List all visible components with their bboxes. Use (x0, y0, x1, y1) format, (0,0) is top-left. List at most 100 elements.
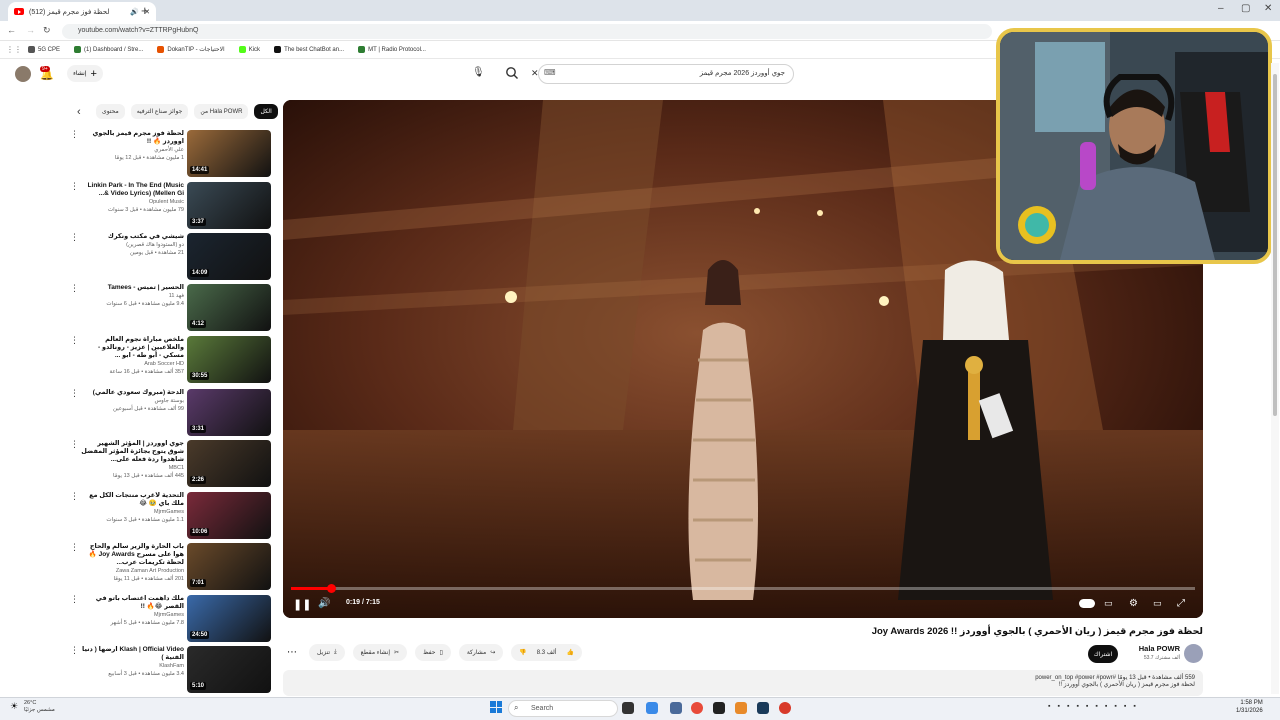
bookmark-kick[interactable]: Kick (238, 46, 260, 53)
more-options-icon[interactable]: ⋮ (70, 440, 79, 449)
clip-button[interactable]: إنشاء مقطع ✂ (352, 644, 408, 661)
weather-icon[interactable]: ☀ (10, 701, 18, 712)
chip-joy-awards[interactable]: جوائز صناع الترفيه (130, 104, 189, 119)
fullscreen-icon[interactable]: ⤢ (1177, 598, 1185, 609)
recommendation-thumbnail[interactable]: 10:06 (187, 492, 271, 539)
forward-arrow-icon[interactable]: → (26, 25, 35, 35)
apps-grid-icon[interactable]: ⋮⋮ (6, 45, 22, 54)
recommendation-channel[interactable]: MBC1 (80, 464, 184, 472)
more-actions-icon[interactable]: ⋯ (283, 647, 301, 658)
dislike-icon[interactable]: 👎 (519, 649, 526, 656)
recommendation-item[interactable]: ⋮ Linkin Park - In The End (Music Video L… (70, 182, 275, 230)
recommendation-item[interactable]: ⋮ Klash | Official Video أرضها ( دنيا الف… (70, 646, 275, 694)
back-arrow-icon[interactable]: ← (7, 25, 16, 35)
channel-avatar[interactable] (1184, 644, 1203, 663)
more-options-icon[interactable]: ⋮ (70, 492, 79, 501)
recommendation-thumbnail[interactable]: 24:50 (187, 595, 271, 642)
recommendation-title[interactable]: لحظة فوز مجرم قيمز بالجوي اووردز 🔥 !! (80, 130, 184, 146)
recommendation-channel[interactable]: MjrmGames (80, 611, 184, 619)
recommendation-item[interactable]: ⋮ التحدية لأغرب منتجات الكل مع ملك باي 🥹 … (70, 492, 275, 540)
recommendation-title[interactable]: شيشي في مكتب ونكرك (80, 233, 184, 241)
recommendation-channel[interactable]: Zawa Zaman Art Production (80, 567, 184, 575)
more-options-icon[interactable]: ⋮ (70, 389, 79, 398)
save-button[interactable]: حفظ ▯ (415, 644, 451, 661)
new-tab-button[interactable]: + (141, 3, 149, 18)
browser-tab[interactable]: (512) لحظة فوز مجرم قيمز 🔊 ✕ (8, 2, 156, 21)
recommendation-item[interactable]: ⋮ جوي أووردز | المؤثر الشهير شوق يتوج بجا… (70, 440, 275, 488)
chip-content[interactable]: محتوى (96, 104, 125, 119)
recommendation-channel[interactable]: MjrmGames (80, 508, 184, 516)
chip-all[interactable]: الكل (254, 104, 278, 119)
clear-search-icon[interactable]: ✕ (531, 68, 539, 79)
recommendation-item[interactable]: ⋮ لحظة فوز مجرم قيمز بالجوي اووردز 🔥 !! عل… (70, 130, 275, 178)
avatar[interactable] (15, 66, 31, 82)
more-options-icon[interactable]: ⋮ (70, 595, 79, 604)
close-window-button[interactable]: ✕ (1264, 3, 1272, 14)
theater-mode-icon[interactable]: ▭ (1153, 598, 1162, 609)
more-options-icon[interactable]: ⋮ (70, 130, 79, 139)
recommendation-channel[interactable]: Opulent Music (80, 198, 184, 206)
bookmark-dashboard[interactable]: (1) Dashboard / Stre... (74, 46, 143, 53)
recommendation-channel[interactable]: دو (الستودوا هاك قصرين) (80, 241, 184, 249)
maximize-button[interactable]: ▢ (1241, 3, 1250, 14)
bookmark-radio-protocol[interactable]: MT | Radio Protocol... (358, 46, 426, 53)
microphone-icon[interactable]: 🎙 (472, 67, 485, 81)
bookmark-chatbot[interactable]: The best ChatBot an... (274, 46, 344, 53)
more-options-icon[interactable]: ⋮ (70, 543, 79, 552)
keyboard-icon[interactable]: ⌨ (544, 68, 556, 77)
tab-audio-icon[interactable]: 🔊 (130, 8, 139, 16)
more-options-icon[interactable]: ⋮ (70, 182, 79, 191)
recommendation-thumbnail[interactable]: 3:37 (187, 182, 271, 229)
bookmark-5g-cpe[interactable]: 5G CPE (28, 46, 60, 53)
channel-name[interactable]: Hala POWR (1126, 644, 1180, 653)
pause-icon[interactable]: ❚❚ (293, 598, 311, 611)
recommendation-thumbnail[interactable]: 3:31 (187, 389, 271, 436)
search-icon[interactable] (505, 66, 519, 80)
autoplay-toggle[interactable] (1079, 599, 1095, 608)
copilot-icon[interactable] (646, 702, 658, 714)
search-input[interactable]: جوي أووردز 2026 مجرم قيمز (538, 64, 794, 84)
share-button[interactable]: مشاركة ↪ (458, 644, 504, 661)
chip-from-channel[interactable]: من Hala POWR (194, 104, 249, 119)
progress-scrubber[interactable] (326, 584, 336, 593)
recommendation-channel[interactable]: Arab Soccer HD (80, 360, 184, 368)
description-box[interactable]: 559 ألف مشاهدة • قبل 13 يومًا #power_on_… (283, 670, 1203, 696)
reload-icon[interactable]: ↻ (43, 25, 51, 36)
task-view-icon[interactable] (622, 702, 634, 714)
recommendation-thumbnail[interactable]: 30:55 (187, 336, 271, 383)
recommendation-item[interactable]: ⋮ الدحة (مبروك سعودي عالمي) بوستة جاوس 99 أ… (70, 389, 275, 437)
taskbar-search[interactable]: Search (508, 700, 618, 717)
recommendation-channel[interactable]: فهد 11 (80, 292, 184, 300)
recommendation-thumbnail[interactable]: 5:10 (187, 646, 271, 693)
settings-gear-icon[interactable]: ⚙ (1129, 598, 1138, 609)
recommendation-thumbnail[interactable]: 4:12 (187, 284, 271, 331)
system-tray-icons[interactable]: ▪▪▪▪▪▪▪▪▪▪ (1048, 703, 1143, 710)
subtitles-icon[interactable]: ▭ (1104, 598, 1113, 609)
chrome-icon[interactable] (691, 702, 703, 714)
more-options-icon[interactable]: ⋮ (70, 646, 79, 655)
chips-scroll-left-icon[interactable]: ‹ (77, 106, 81, 118)
recommendation-item[interactable]: ⋮ باب الحارة والزير سالم والحاج هوا على م… (70, 543, 275, 591)
recommendation-thumbnail[interactable]: 14:41 (187, 130, 271, 177)
subscribe-button[interactable]: اشتراك (1088, 645, 1118, 663)
recommendation-title[interactable]: الدحة (مبروك سعودي عالمي) (80, 389, 184, 397)
more-options-icon[interactable]: ⋮ (70, 336, 79, 345)
recommendation-title[interactable]: التحدية لأغرب منتجات الكل مع ملك باي 🥹 😂 (80, 492, 184, 508)
recommendation-thumbnail[interactable]: 14:09 (187, 233, 271, 280)
more-options-icon[interactable]: ⋮ (70, 233, 79, 242)
weather-widget[interactable]: 26°C مشمس جزئيًا (24, 700, 55, 714)
recommendation-title[interactable]: Klash | Official Video أرضها ( دنيا الفن… (80, 646, 184, 662)
minimize-button[interactable]: – (1218, 3, 1224, 14)
progress-bar[interactable] (291, 587, 1195, 590)
obs-icon[interactable] (713, 702, 725, 714)
create-button[interactable]: إنشاء + (67, 65, 103, 82)
recommendation-item[interactable]: ⋮ شيشي في مكتب ونكرك دو (الستودوا هاك قصري… (70, 233, 275, 281)
recommendation-thumbnail[interactable]: 2:26 (187, 440, 271, 487)
app-icon[interactable] (779, 702, 791, 714)
bookmark-dokantip[interactable]: DokanTIP - الاحتياجات (157, 46, 225, 53)
recommendation-title[interactable]: ملك داهمت اغتصاب باتو في القصر 😂🔥 !! (80, 595, 184, 611)
recommendation-item[interactable]: ⋮ الحسير | تميس - Tamees فهد 11 9.4 مليون م… (70, 284, 275, 332)
recommendation-title[interactable]: الحسير | تميس - Tamees (80, 284, 184, 292)
url-field[interactable]: youtube.com/watch?v=ZTTRPgHubnQ (62, 24, 992, 39)
more-options-icon[interactable]: ⋮ (70, 284, 79, 293)
